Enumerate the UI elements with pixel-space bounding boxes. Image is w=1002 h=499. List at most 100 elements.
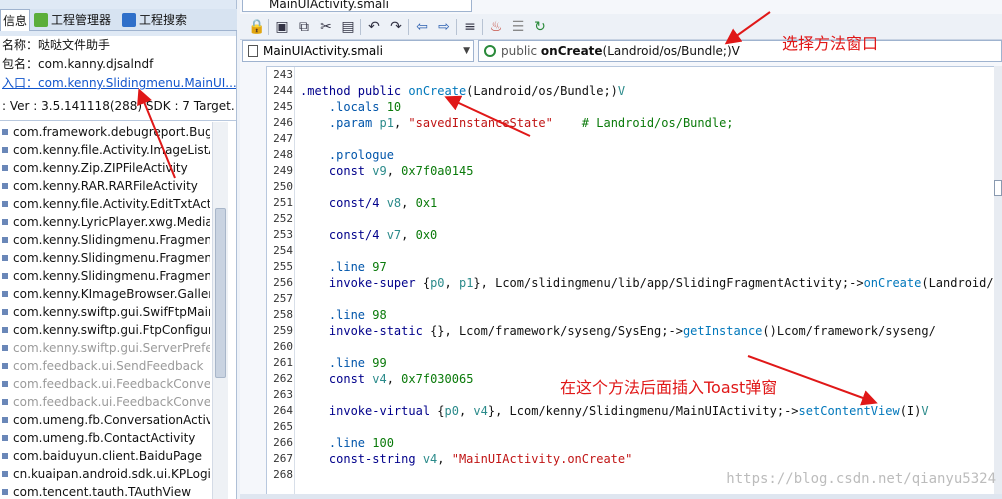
class-icon bbox=[2, 147, 8, 153]
class-icon bbox=[2, 489, 8, 495]
method-select[interactable]: public onCreate(Landroid/os/Bundle;)V bbox=[478, 40, 1002, 62]
activity-list-item[interactable]: cn.kuaipan.android.sdk.ui.KPLogin bbox=[0, 465, 210, 483]
code-token: , bbox=[401, 196, 416, 210]
code-token: .line bbox=[328, 260, 373, 274]
class-icon bbox=[2, 453, 8, 459]
tab-project-manager-label: 工程管理器 bbox=[51, 13, 112, 27]
activity-list-item-label: com.kenny.swiftp.gui.FtpConfigure bbox=[13, 323, 210, 337]
activity-list-item[interactable]: com.kenny.Slidingmenu.Fragment. bbox=[0, 231, 210, 249]
tab-info[interactable]: 信息 bbox=[0, 9, 30, 31]
tab-project-manager[interactable]: 工程管理器 bbox=[34, 9, 118, 31]
search-icon bbox=[122, 13, 136, 27]
activity-list-item[interactable]: com.tencent.tauth.TAuthView bbox=[0, 483, 210, 499]
cut-icon[interactable]: ✂ bbox=[318, 19, 334, 35]
code-line: .prologue bbox=[300, 147, 394, 163]
code-token: { bbox=[422, 276, 431, 290]
file-select[interactable]: MainUIActivity.smali ▼ bbox=[242, 40, 474, 62]
code-token: invoke-virtual bbox=[328, 404, 438, 418]
line-number: 251 bbox=[273, 196, 293, 209]
forward-icon[interactable]: ⇨ bbox=[436, 19, 452, 35]
code-token: v9 bbox=[372, 164, 387, 178]
activity-list-item[interactable]: com.framework.debugreport.BugR bbox=[0, 123, 210, 141]
activity-list-item-label: com.framework.debugreport.BugR bbox=[13, 125, 210, 139]
code-token: "MainUIActivity.onCreate" bbox=[451, 452, 633, 466]
code-token: , bbox=[386, 372, 402, 386]
annotation-insert-toast: 在这个方法后面插入Toast弹窗 bbox=[560, 378, 778, 397]
activity-list-item[interactable]: com.kenny.swiftp.gui.ServerPrefere bbox=[0, 339, 210, 357]
paste-icon[interactable]: ▤ bbox=[340, 19, 356, 35]
code-token: 0x7f0a0145 bbox=[401, 164, 474, 178]
code-token: (Landroid/ bbox=[921, 276, 994, 290]
activity-list-item-label: com.kenny.LyricPlayer.xwg.MediaP bbox=[13, 215, 210, 229]
lock-icon[interactable]: 🔒 bbox=[248, 19, 265, 35]
format-icon[interactable]: ≡ bbox=[462, 19, 478, 35]
activity-list-item-label: com.kenny.swiftp.gui.SwifFtpMain bbox=[13, 305, 210, 319]
activity-list-item[interactable]: com.kenny.Slidingmenu.Fragment. bbox=[0, 267, 210, 285]
activity-list-item-label: com.feedback.ui.FeedbackConvers bbox=[13, 377, 210, 391]
line-number: 252 bbox=[273, 212, 293, 225]
file-tab[interactable]: MainUIActivity.smali bbox=[242, 0, 472, 12]
code-token: "savedInstanceState" bbox=[408, 116, 553, 130]
line-number: 263 bbox=[273, 388, 293, 401]
code-token: .line bbox=[328, 436, 373, 450]
class-icon bbox=[2, 309, 8, 315]
class-icon bbox=[2, 345, 8, 351]
method-icon bbox=[484, 45, 496, 57]
editor-toolbar: 🔒 ▣ ⧉ ✂ ▤ ↶ ↷ ⇦ ⇨ ≡ ♨ ☰ ↻ bbox=[240, 14, 1002, 40]
code-token: , bbox=[437, 452, 452, 466]
line-number: 255 bbox=[273, 260, 293, 273]
redo-icon[interactable]: ↷ bbox=[388, 19, 404, 35]
activity-list-item-label: com.kenny.file.Activity.EditTxtActivi bbox=[13, 197, 210, 211]
line-number: 268 bbox=[273, 468, 293, 481]
build-icon[interactable]: ↻ bbox=[532, 19, 548, 35]
line-number: 256 bbox=[273, 276, 293, 289]
save-icon[interactable]: ▣ bbox=[274, 19, 290, 35]
line-number: 245 bbox=[273, 100, 293, 113]
activity-list-item[interactable]: com.kenny.file.Activity.EditTxtActivi bbox=[0, 195, 210, 213]
undo-icon[interactable]: ↶ bbox=[366, 19, 382, 35]
left-panel: 信息 工程管理器 工程搜索 名称：哒哒文件助手 包名：com.kanny.djs… bbox=[0, 0, 237, 499]
code-token: const bbox=[328, 164, 373, 178]
class-icon bbox=[2, 327, 8, 333]
java-icon[interactable]: ♨ bbox=[488, 19, 504, 35]
activity-list-item[interactable]: com.feedback.ui.FeedbackConvers bbox=[0, 375, 210, 393]
activity-list-item[interactable]: com.kenny.Zip.ZIPFileActivity bbox=[0, 159, 210, 177]
list-icon[interactable]: ☰ bbox=[510, 19, 526, 35]
file-tab-label: MainUIActivity.smali bbox=[269, 0, 389, 11]
code-token: 97 bbox=[372, 260, 387, 274]
app-package: 包名：com.kanny.djsalndf bbox=[2, 57, 154, 71]
code-editor[interactable]: 243 244 245 246 247 248 249 250 251 252 253 254 255 2… bbox=[266, 66, 1002, 499]
app-entry-link[interactable]: 入口：com.kenny.Slidingmenu.MainUI... bbox=[0, 74, 236, 93]
activity-list-item[interactable]: com.kenny.file.Activity.ImageListAc bbox=[0, 141, 210, 159]
code-line: const/4 v7, 0x0 bbox=[300, 227, 437, 243]
activity-list-item[interactable]: com.kenny.LyricPlayer.xwg.MediaP bbox=[0, 213, 210, 231]
code-scrollbar[interactable] bbox=[994, 66, 1002, 499]
activity-list-item[interactable]: com.feedback.ui.FeedbackConvers bbox=[0, 393, 210, 411]
activity-list-item[interactable]: com.kenny.KImageBrowser.Gallery bbox=[0, 285, 210, 303]
activity-list-item[interactable]: com.feedback.ui.SendFeedback bbox=[0, 357, 210, 375]
activity-list-item-label: com.kenny.Slidingmenu.Fragment. bbox=[13, 233, 210, 247]
activity-list-scrollbar[interactable] bbox=[212, 122, 228, 499]
code-token: invoke-super bbox=[328, 276, 423, 290]
tab-project-search[interactable]: 工程搜索 bbox=[122, 9, 212, 31]
back-icon[interactable]: ⇦ bbox=[414, 19, 430, 35]
code-token: const-string bbox=[328, 452, 423, 466]
class-icon bbox=[2, 291, 8, 297]
activity-list-item[interactable]: com.kenny.swiftp.gui.FtpConfigure bbox=[0, 321, 210, 339]
line-number: 243 bbox=[273, 68, 293, 81]
code-token: , bbox=[393, 116, 409, 130]
app-name: 名称：哒哒文件助手 bbox=[2, 38, 111, 52]
activity-list-item[interactable]: com.umeng.fb.ConversationActivity bbox=[0, 411, 210, 429]
line-number: 265 bbox=[273, 420, 293, 433]
activity-list-item[interactable]: com.umeng.fb.ContactActivity bbox=[0, 429, 210, 447]
watermark: https://blog.csdn.net/qianyu5324 bbox=[726, 471, 996, 487]
activity-list-item[interactable]: com.kenny.Slidingmenu.Fragment. bbox=[0, 249, 210, 267]
activity-list-item[interactable]: com.kenny.swiftp.gui.SwifFtpMain bbox=[0, 303, 210, 321]
activity-list-item[interactable]: com.baiduyun.client.BaiduPage bbox=[0, 447, 210, 465]
code-scrollbar-thumb[interactable] bbox=[994, 180, 1002, 196]
copy-icon[interactable]: ⧉ bbox=[296, 19, 312, 35]
code-token: v4 bbox=[422, 452, 438, 466]
code-token: , bbox=[458, 404, 474, 418]
activity-list-item[interactable]: com.kenny.RAR.RARFileActivity bbox=[0, 177, 210, 195]
scrollbar-thumb[interactable] bbox=[215, 208, 226, 378]
